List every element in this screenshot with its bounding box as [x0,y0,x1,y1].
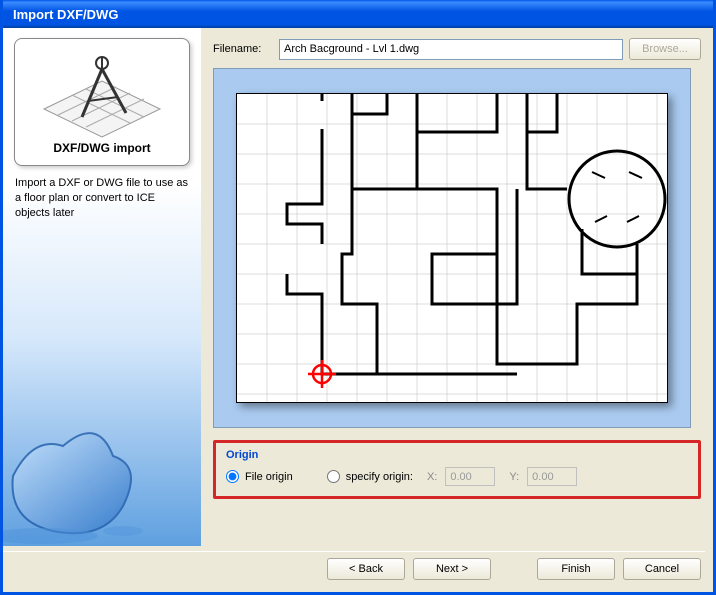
finish-button[interactable]: Finish [537,558,615,580]
origin-x-input [445,467,495,486]
file-origin-radio-input[interactable] [226,470,239,483]
wizard-main-panel: Filename: Browse... [201,28,713,546]
sidebar-description: Import a DXF or DWG file to use as a flo… [11,174,193,223]
origin-groupbox: Origin File origin specify origin: X: Y: [213,440,701,499]
wizard-button-bar: < Back Next > Finish Cancel [3,551,705,586]
drawing-preview [236,93,668,403]
y-label: Y: [509,471,519,483]
origin-legend: Origin [226,449,688,461]
specify-origin-radio-input[interactable] [327,470,340,483]
sidebar-illust-label: DXF/DWG import [53,141,150,155]
cancel-button[interactable]: Cancel [623,558,701,580]
x-label: X: [427,471,437,483]
back-button[interactable]: < Back [327,558,405,580]
filename-input[interactable] [279,39,623,60]
drawing-preview-frame [213,68,691,428]
specify-origin-radio[interactable]: specify origin: [327,470,413,483]
window-titlebar: Import DXF/DWG [3,0,713,28]
sidebar-illustration: DXF/DWG import [14,38,190,166]
ice-decoration-icon [3,356,163,546]
file-origin-label: File origin [245,471,293,483]
filename-label: Filename: [213,43,273,55]
origin-y-input [527,467,577,486]
next-button[interactable]: Next > [413,558,491,580]
window-title: Import DXF/DWG [13,7,118,22]
compass-floorplan-icon [32,49,172,139]
browse-button[interactable]: Browse... [629,38,701,60]
specify-origin-label: specify origin: [346,471,413,483]
wizard-sidebar: DXF/DWG import Import a DXF or DWG file … [3,28,201,546]
file-origin-radio[interactable]: File origin [226,470,293,483]
